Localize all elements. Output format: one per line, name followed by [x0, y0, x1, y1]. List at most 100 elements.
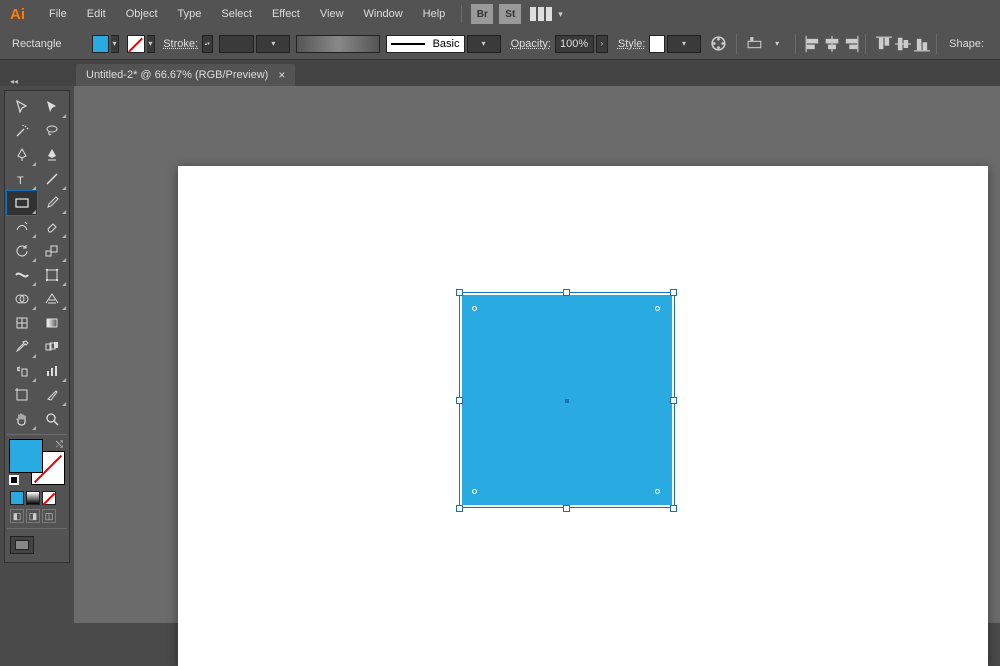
color-mode-solid[interactable] — [10, 491, 24, 505]
fill-color-box[interactable] — [9, 439, 43, 473]
align-vcenter-icon[interactable] — [895, 36, 911, 52]
line-segment-tool[interactable] — [37, 167, 67, 191]
menu-help[interactable]: Help — [413, 4, 456, 24]
corner-widget-nw[interactable] — [472, 306, 477, 311]
fill-dropdown-icon[interactable]: ▾ — [111, 35, 120, 53]
resize-handle-ne[interactable] — [670, 289, 677, 296]
shape-builder-tool[interactable] — [7, 287, 37, 311]
menu-type[interactable]: Type — [168, 4, 212, 24]
align-hcenter-icon[interactable] — [824, 36, 840, 52]
opacity-input[interactable]: 100% — [555, 35, 594, 53]
stroke-weight-stepper[interactable]: ▴▾ — [202, 35, 212, 53]
scale-tool[interactable] — [37, 239, 67, 263]
stroke-label[interactable]: Stroke: — [163, 38, 198, 50]
draw-normal-icon[interactable]: ◧ — [10, 509, 24, 523]
stroke-swatch[interactable] — [127, 35, 144, 53]
column-graph-tool[interactable] — [37, 359, 67, 383]
gradient-tool[interactable] — [37, 311, 67, 335]
mesh-tool[interactable] — [7, 311, 37, 335]
menu-effect[interactable]: Effect — [262, 4, 310, 24]
menu-window[interactable]: Window — [354, 4, 413, 24]
resize-handle-w[interactable] — [456, 397, 463, 404]
variable-width-profile[interactable] — [296, 35, 379, 53]
recolor-artwork-icon[interactable] — [710, 34, 727, 54]
artboard-tool[interactable] — [7, 383, 37, 407]
swap-fill-stroke-icon[interactable]: ⤭ — [56, 439, 63, 450]
menu-view[interactable]: View — [310, 4, 354, 24]
corner-widget-sw[interactable] — [472, 489, 477, 494]
brush-dropdown[interactable]: ▾ — [467, 35, 501, 53]
resize-handle-e[interactable] — [670, 397, 677, 404]
hand-tool[interactable] — [7, 407, 37, 431]
artboard[interactable] — [178, 166, 988, 666]
paintbrush-tool[interactable] — [37, 191, 67, 215]
style-dropdown[interactable]: ▾ — [667, 35, 701, 53]
color-mode-gradient[interactable] — [26, 491, 40, 505]
opacity-label[interactable]: Opacity: — [511, 38, 551, 50]
resize-handle-nw[interactable] — [456, 289, 463, 296]
menu-edit[interactable]: Edit — [77, 4, 116, 24]
corner-widget-se[interactable] — [655, 489, 660, 494]
stock-icon[interactable]: St — [499, 4, 521, 24]
color-mode-none[interactable] — [42, 491, 56, 505]
menu-select[interactable]: Select — [211, 4, 262, 24]
chevron-down-icon[interactable]: ▾ — [769, 34, 786, 54]
corner-widget-ne[interactable] — [655, 306, 660, 311]
pen-tool[interactable] — [7, 143, 37, 167]
zoom-tool[interactable] — [37, 407, 67, 431]
graphic-style-swatch[interactable] — [649, 35, 665, 53]
fill-stroke-control[interactable]: ⤭ — [9, 439, 65, 485]
menu-object[interactable]: Object — [116, 4, 168, 24]
arrange-documents-icon[interactable] — [530, 7, 552, 21]
shape-label[interactable]: Shape: — [945, 38, 984, 50]
align-top-icon[interactable] — [876, 36, 892, 52]
perspective-grid-tool[interactable] — [37, 287, 67, 311]
selection-tool[interactable] — [7, 95, 37, 119]
default-fill-stroke-icon[interactable] — [9, 475, 19, 485]
stroke-weight-input[interactable] — [219, 35, 255, 53]
screen-mode-button[interactable] — [10, 536, 34, 554]
align-right-icon[interactable] — [843, 36, 859, 52]
align-left-icon[interactable] — [805, 36, 821, 52]
style-label[interactable]: Style: — [618, 38, 646, 50]
document-tab[interactable]: Untitled-2* @ 66.67% (RGB/Preview) × — [76, 64, 295, 86]
collapse-handle-icon[interactable]: ◂◂ — [8, 76, 20, 86]
magic-wand-tool[interactable] — [7, 119, 37, 143]
canvas-area[interactable] — [74, 86, 1000, 623]
stroke-weight-dropdown[interactable]: ▾ — [256, 35, 290, 53]
rectangle-tool[interactable] — [7, 191, 37, 215]
type-tool[interactable]: T — [7, 167, 37, 191]
screen-mode-row — [7, 532, 67, 558]
resize-handle-s[interactable] — [563, 505, 570, 512]
resize-handle-se[interactable] — [670, 505, 677, 512]
opacity-dropdown-icon[interactable]: › — [596, 35, 608, 53]
eyedropper-tool[interactable] — [7, 335, 37, 359]
separator — [865, 34, 866, 54]
lasso-tool[interactable] — [37, 119, 67, 143]
shaper-tool[interactable] — [7, 215, 37, 239]
draw-inside-icon[interactable]: ◫ — [42, 509, 56, 523]
align-to-selection-icon[interactable] — [746, 34, 763, 54]
free-transform-tool[interactable] — [37, 263, 67, 287]
symbol-sprayer-tool[interactable] — [7, 359, 37, 383]
eraser-tool[interactable] — [37, 215, 67, 239]
menu-file[interactable]: File — [39, 4, 77, 24]
resize-handle-n[interactable] — [563, 289, 570, 296]
close-tab-icon[interactable]: × — [278, 68, 285, 82]
slice-tool[interactable] — [37, 383, 67, 407]
curvature-tool[interactable] — [37, 143, 67, 167]
width-tool[interactable] — [7, 263, 37, 287]
fill-swatch[interactable] — [92, 35, 109, 53]
brush-definition[interactable]: Basic — [386, 35, 465, 53]
draw-behind-icon[interactable]: ◨ — [26, 509, 40, 523]
center-point — [565, 399, 569, 403]
resize-handle-sw[interactable] — [456, 505, 463, 512]
stroke-dropdown-icon[interactable]: ▾ — [147, 35, 156, 53]
valign-buttons — [876, 36, 930, 52]
direct-selection-tool[interactable] — [37, 95, 67, 119]
bridge-icon[interactable]: Br — [471, 4, 493, 24]
rotate-tool[interactable] — [7, 239, 37, 263]
chevron-down-icon[interactable]: ▾ — [558, 9, 563, 20]
blend-tool[interactable] — [37, 335, 67, 359]
align-bottom-icon[interactable] — [914, 36, 930, 52]
